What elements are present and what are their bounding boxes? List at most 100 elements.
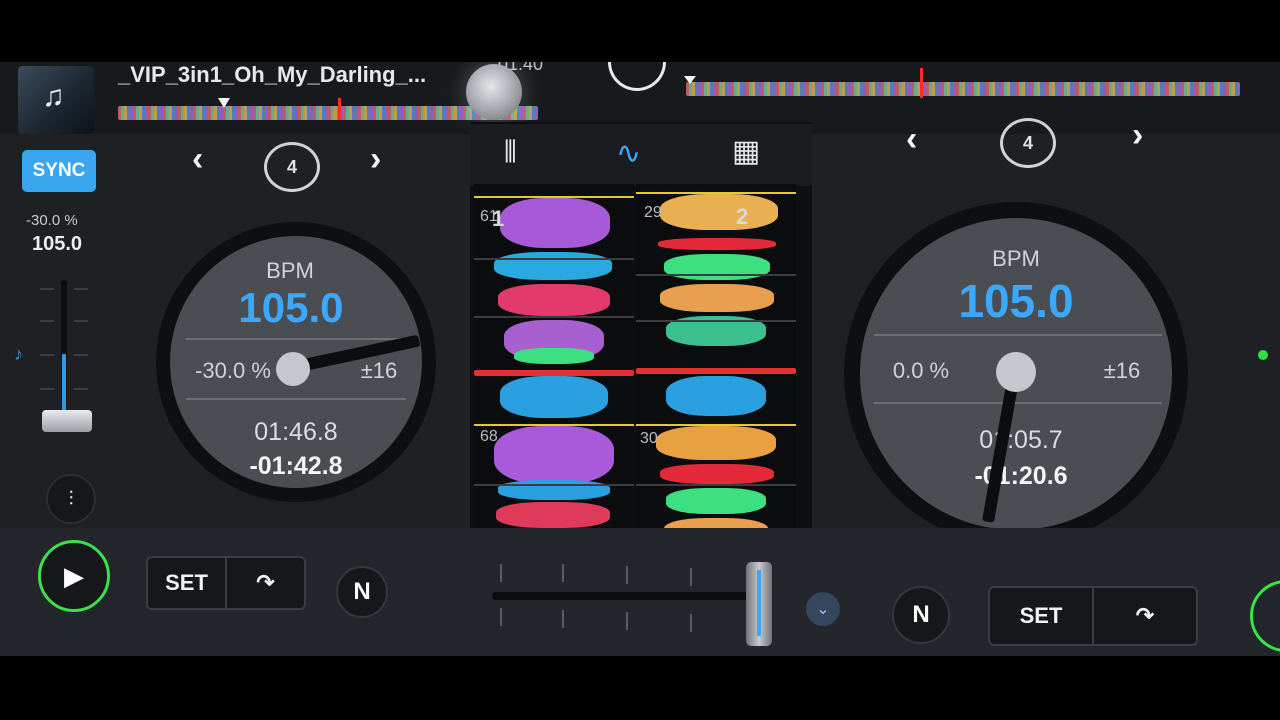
deck1-set-button[interactable]: SET <box>148 558 225 608</box>
cue-jump-icon[interactable]: ↷ <box>225 558 304 608</box>
divider <box>874 402 1162 404</box>
deck1-loop-button[interactable]: 4 <box>264 142 320 192</box>
deck2-vertical-waveform[interactable]: 29 30 2 <box>636 184 796 550</box>
fader-tick <box>74 388 88 390</box>
music-note-icon: ♫ <box>42 80 65 113</box>
fader-tick <box>40 388 54 390</box>
record-button[interactable] <box>608 62 666 91</box>
crossfader-tick <box>626 612 628 630</box>
waveform-segment <box>498 480 610 500</box>
beat-line <box>636 320 796 322</box>
deck1-track-title[interactable]: _VIP_3in1_Oh_My_Darling_... <box>118 62 426 88</box>
deck1-remaining-time: -01:42.8 <box>249 452 343 480</box>
crossfader-tick <box>562 610 564 628</box>
deck2-set-button[interactable]: SET <box>990 588 1092 644</box>
deck1-overview-marker <box>218 98 230 108</box>
deck2-n-button[interactable]: N <box>892 586 950 644</box>
deck1-pitch-percent: -30.0 % <box>26 212 78 229</box>
deck1-badge[interactable]: 1 <box>492 206 504 232</box>
sync-button[interactable]: SYNC <box>22 150 96 192</box>
waveform-segment <box>500 198 610 248</box>
deck1-play-button[interactable]: ▶ <box>38 540 110 612</box>
fader-tick <box>74 320 88 322</box>
deck1-pitch-range: ±16 <box>360 358 398 383</box>
waveform-segment <box>666 376 766 416</box>
master-volume-knob[interactable] <box>466 64 522 120</box>
fader-tick <box>40 288 54 290</box>
crossfader-tick <box>690 614 692 632</box>
deck2-remaining-time: -01:20.6 <box>974 462 1068 490</box>
divider <box>874 334 1162 336</box>
cue-jump-icon[interactable]: ↷ <box>1092 588 1196 644</box>
fader-tick <box>74 288 88 290</box>
deck2-overview-marker <box>684 76 696 84</box>
deck1-next-button[interactable]: › <box>370 140 381 179</box>
deck1-bpm-value: 105.0 <box>238 284 344 331</box>
pads-grid-icon[interactable]: ▦ <box>732 134 760 169</box>
crossfader-track[interactable] <box>492 592 752 600</box>
deck2-pitch-range: ±16 <box>1103 358 1141 383</box>
deck1-vertical-waveform[interactable]: 61 68 1 <box>474 184 634 550</box>
divider <box>186 398 406 400</box>
waveform-segment <box>496 502 610 528</box>
music-note-icon: ♪ <box>14 344 23 364</box>
loop-count: 4 <box>286 156 297 177</box>
album-art[interactable]: ♫ <box>18 66 94 134</box>
waveform-segment <box>498 284 610 316</box>
waveform-segment <box>514 348 594 364</box>
deck1-overview-playhead <box>338 98 341 120</box>
crossfader-tick <box>500 608 502 626</box>
eq-sliders-icon[interactable]: ⫶ <box>46 474 96 524</box>
waveform-segment <box>660 194 778 230</box>
fader-tick <box>40 354 54 356</box>
crossfader-handle[interactable] <box>746 562 772 646</box>
waveform-segment <box>660 464 774 484</box>
waveform-segment <box>636 368 796 374</box>
waveform-view-icon[interactable]: ∿ <box>616 136 641 171</box>
crossfader-tick <box>562 564 564 582</box>
crossfader-tick <box>500 564 502 582</box>
waveform-segment <box>500 376 608 418</box>
deck1-cue-group: SET ↷ <box>146 556 306 610</box>
deck1-elapsed-time: 01:46.8 <box>254 418 338 446</box>
waveform-segment <box>494 252 612 280</box>
loop-count: 4 <box>1022 132 1033 153</box>
beat-number: 68 <box>480 428 498 445</box>
deck2-bpm-value: 105.0 <box>958 275 1074 327</box>
fader-tick <box>74 354 88 356</box>
waveform-segment <box>666 488 766 514</box>
deck2-elapsed-time: 01:05.7 <box>979 426 1063 454</box>
deck2-pitch-display: 0.0 % <box>892 358 950 383</box>
deck2-loop-button[interactable]: 4 <box>1000 118 1056 168</box>
waveform-segment <box>656 426 776 460</box>
divider <box>186 338 406 340</box>
chevron-down-icon[interactable]: ⌄ <box>806 592 840 626</box>
deck1-n-button[interactable]: N <box>336 566 388 618</box>
play-icon: ▶ <box>64 560 84 591</box>
deck2-prev-button[interactable]: ‹ <box>906 120 917 159</box>
deck2-cue-group: SET ↷ <box>988 586 1198 646</box>
beat-line <box>474 316 634 318</box>
waveform-segment <box>664 254 770 280</box>
deck2-overview-playhead <box>920 68 923 98</box>
deck1-prev-button[interactable]: ‹ <box>192 140 203 179</box>
center-view-tabs: ⫴ ∿ ▦ <box>470 124 812 186</box>
mixer-view-icon[interactable]: ⫴ <box>504 136 517 170</box>
beat-line <box>474 484 634 486</box>
status-indicator <box>1258 350 1268 360</box>
deck2-next-button[interactable]: › <box>1132 116 1143 155</box>
deck2-bpm-label: BPM <box>992 246 1040 271</box>
deck2-badge[interactable]: 2 <box>736 204 748 230</box>
deck1-pitch-display: -30.0 % <box>195 358 271 383</box>
deck2-overview-waveform[interactable] <box>686 82 1240 96</box>
beat-line <box>636 484 796 486</box>
deck2-platter-hub <box>996 352 1036 392</box>
beat-number: 30 <box>640 430 658 447</box>
waveform-segment <box>660 284 774 312</box>
deck1-pitch-fader-handle[interactable] <box>42 410 92 432</box>
deck1-bpm-label: BPM <box>266 258 314 283</box>
crossfader-tick <box>626 566 628 584</box>
dj-app: ♫ _VIP_3in1_Oh_My_Darling_... -01:40 SYN… <box>0 62 1280 656</box>
waveform-segment <box>658 238 776 250</box>
beat-line <box>636 274 796 276</box>
